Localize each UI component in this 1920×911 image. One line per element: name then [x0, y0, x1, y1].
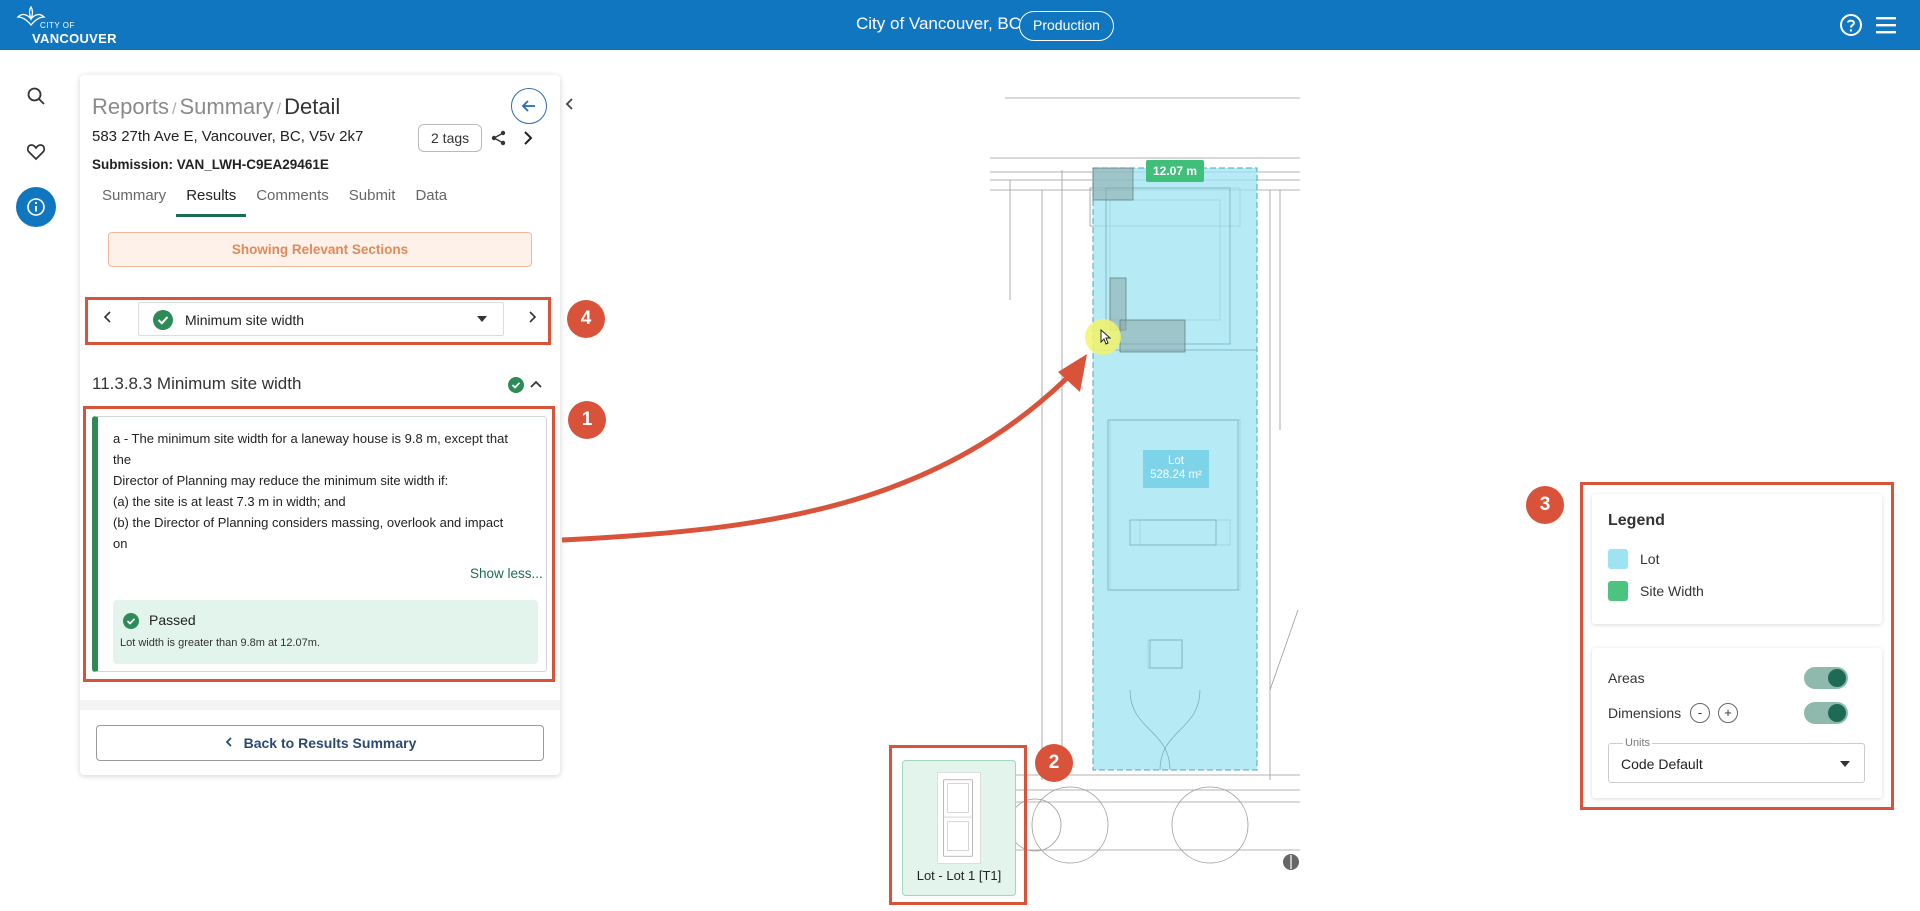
annotation-badge-4: 4 [567, 300, 605, 338]
tab-bar: Summary Results Comments Submit Data [92, 185, 457, 217]
city-logo[interactable]: CITY OF VANCOUVER [16, 5, 126, 46]
result-status: Passed [149, 612, 196, 628]
annotation-badge-2: 2 [1035, 744, 1073, 782]
tab-submit[interactable]: Submit [339, 185, 406, 217]
toggle-knob [1828, 669, 1846, 687]
app-title: City of Vancouver, BC [856, 14, 1022, 33]
search-icon [27, 87, 45, 105]
chevron-up-icon[interactable] [528, 377, 544, 391]
logo-small-text: CITY OF [40, 21, 75, 30]
tags-button[interactable]: 2 tags [418, 124, 483, 152]
areas-toggle[interactable] [1804, 667, 1848, 689]
units-label: Units [1623, 737, 1653, 749]
logo-big-text: VANCOUVER [32, 31, 117, 46]
breadcrumb-summary[interactable]: Summary [180, 94, 274, 119]
breadcrumb-separator: / [172, 101, 177, 118]
rail-info-button[interactable] [16, 187, 56, 227]
breadcrumb: Reports / Summary / Detail [92, 94, 340, 120]
rule-line: on [113, 536, 128, 551]
toggle-knob [1828, 704, 1846, 722]
rule-line: (b) the Director of Planning considers m… [113, 515, 504, 530]
environment-badge[interactable]: Production [1019, 11, 1114, 41]
dimensions-increase-button[interactable]: + [1718, 703, 1738, 723]
legend-item-site-width: Site Width [1608, 580, 1704, 602]
section-title: 11.3.8.3 Minimum site width [92, 374, 302, 393]
tab-summary[interactable]: Summary [92, 185, 176, 217]
dropdown-caret-icon [477, 316, 487, 322]
help-icon[interactable] [1839, 13, 1863, 37]
rule-line: a - The minimum site width for a laneway… [113, 431, 508, 446]
rule-line: Director of Planning may reduce the mini… [113, 473, 449, 488]
panel-divider [80, 700, 560, 710]
info-icon [27, 198, 45, 216]
check-circle-icon [123, 613, 139, 629]
thumbnail-image [937, 772, 981, 864]
tab-data[interactable]: Data [405, 185, 457, 217]
areas-label: Areas [1608, 670, 1645, 686]
submission-id: VAN_LWH-C9EA29461E [176, 157, 329, 172]
property-address: 583 27th Ave E, Vancouver, BC, V5v 2k7 [92, 128, 364, 145]
annotation-badge-3: 3 [1526, 486, 1564, 524]
back-to-results-button[interactable]: Back to Results Summary [96, 725, 544, 761]
section-selector[interactable]: Minimum site width [138, 302, 504, 336]
legend-swatch-lot [1608, 549, 1628, 569]
collapse-panel-icon[interactable] [562, 94, 578, 114]
dimensions-label: Dimensions [1608, 705, 1682, 721]
annotation-arrow [561, 354, 1087, 543]
share-icon[interactable] [490, 129, 508, 147]
chevron-left-icon [224, 726, 234, 760]
dimensions-toggle[interactable] [1804, 702, 1848, 724]
rail-search-button[interactable] [16, 76, 56, 116]
thumbnail-label: Lot - Lot 1 [T1] [916, 868, 1002, 883]
relevant-sections-banner[interactable]: Showing Relevant Sections [108, 232, 532, 267]
legend-swatch-site-width [1608, 581, 1628, 601]
top-bar: CITY OF VANCOUVER City of Vancouver, BC … [0, 0, 1920, 50]
back-button[interactable] [511, 88, 547, 124]
menu-icon[interactable] [1874, 13, 1898, 37]
lot-area-label: Lot 528.24 m² [1143, 450, 1209, 488]
site-width-dimension-label: 12.07 m [1146, 160, 1204, 182]
rule-line: the [113, 452, 132, 467]
tab-comments[interactable]: Comments [246, 185, 339, 217]
legend-label: Site Width [1640, 583, 1704, 599]
chevron-right-icon[interactable] [520, 129, 536, 147]
heart-icon [26, 144, 46, 161]
breadcrumb-reports[interactable]: Reports [92, 94, 169, 119]
section-selector-value: Minimum site width [185, 312, 305, 328]
lot-label-area: 528.24 m² [1150, 469, 1202, 481]
show-less-link[interactable]: Show less... [470, 566, 543, 581]
dropdown-caret-icon [1840, 761, 1850, 767]
check-circle-icon [508, 377, 524, 393]
lot-label-name: Lot [1168, 455, 1184, 467]
check-circle-icon [153, 310, 173, 330]
arrow-left-icon [521, 100, 535, 112]
legend-item-lot: Lot [1608, 548, 1659, 570]
previous-section-icon[interactable] [100, 308, 116, 326]
result-box: Passed Lot width is greater than 9.8m at… [113, 600, 538, 664]
legend-title: Legend [1608, 512, 1665, 529]
submission-info: Submission: VAN_LWH-C9EA29461E [92, 157, 329, 172]
units-select[interactable]: Units Code Default [1608, 737, 1865, 783]
rail-favorites-button[interactable] [16, 132, 56, 172]
result-description: Lot width is greater than 9.8m at 12.07m… [120, 637, 320, 649]
annotation-badge-1: 1 [568, 401, 606, 439]
back-to-results-label: Back to Results Summary [243, 735, 417, 751]
next-section-icon[interactable] [524, 308, 540, 326]
units-value: Code Default [1621, 756, 1703, 772]
breadcrumb-current: Detail [284, 94, 341, 119]
submission-label: Submission: [92, 157, 174, 172]
tab-results[interactable]: Results [176, 185, 247, 217]
rule-text: a - The minimum site width for a laneway… [113, 428, 533, 554]
breadcrumb-separator: / [276, 101, 282, 118]
rule-line: (a) the site is at least 7.3 m in width;… [113, 494, 346, 509]
dimensions-decrease-button[interactable]: - [1690, 703, 1710, 723]
legend-label: Lot [1640, 551, 1660, 567]
